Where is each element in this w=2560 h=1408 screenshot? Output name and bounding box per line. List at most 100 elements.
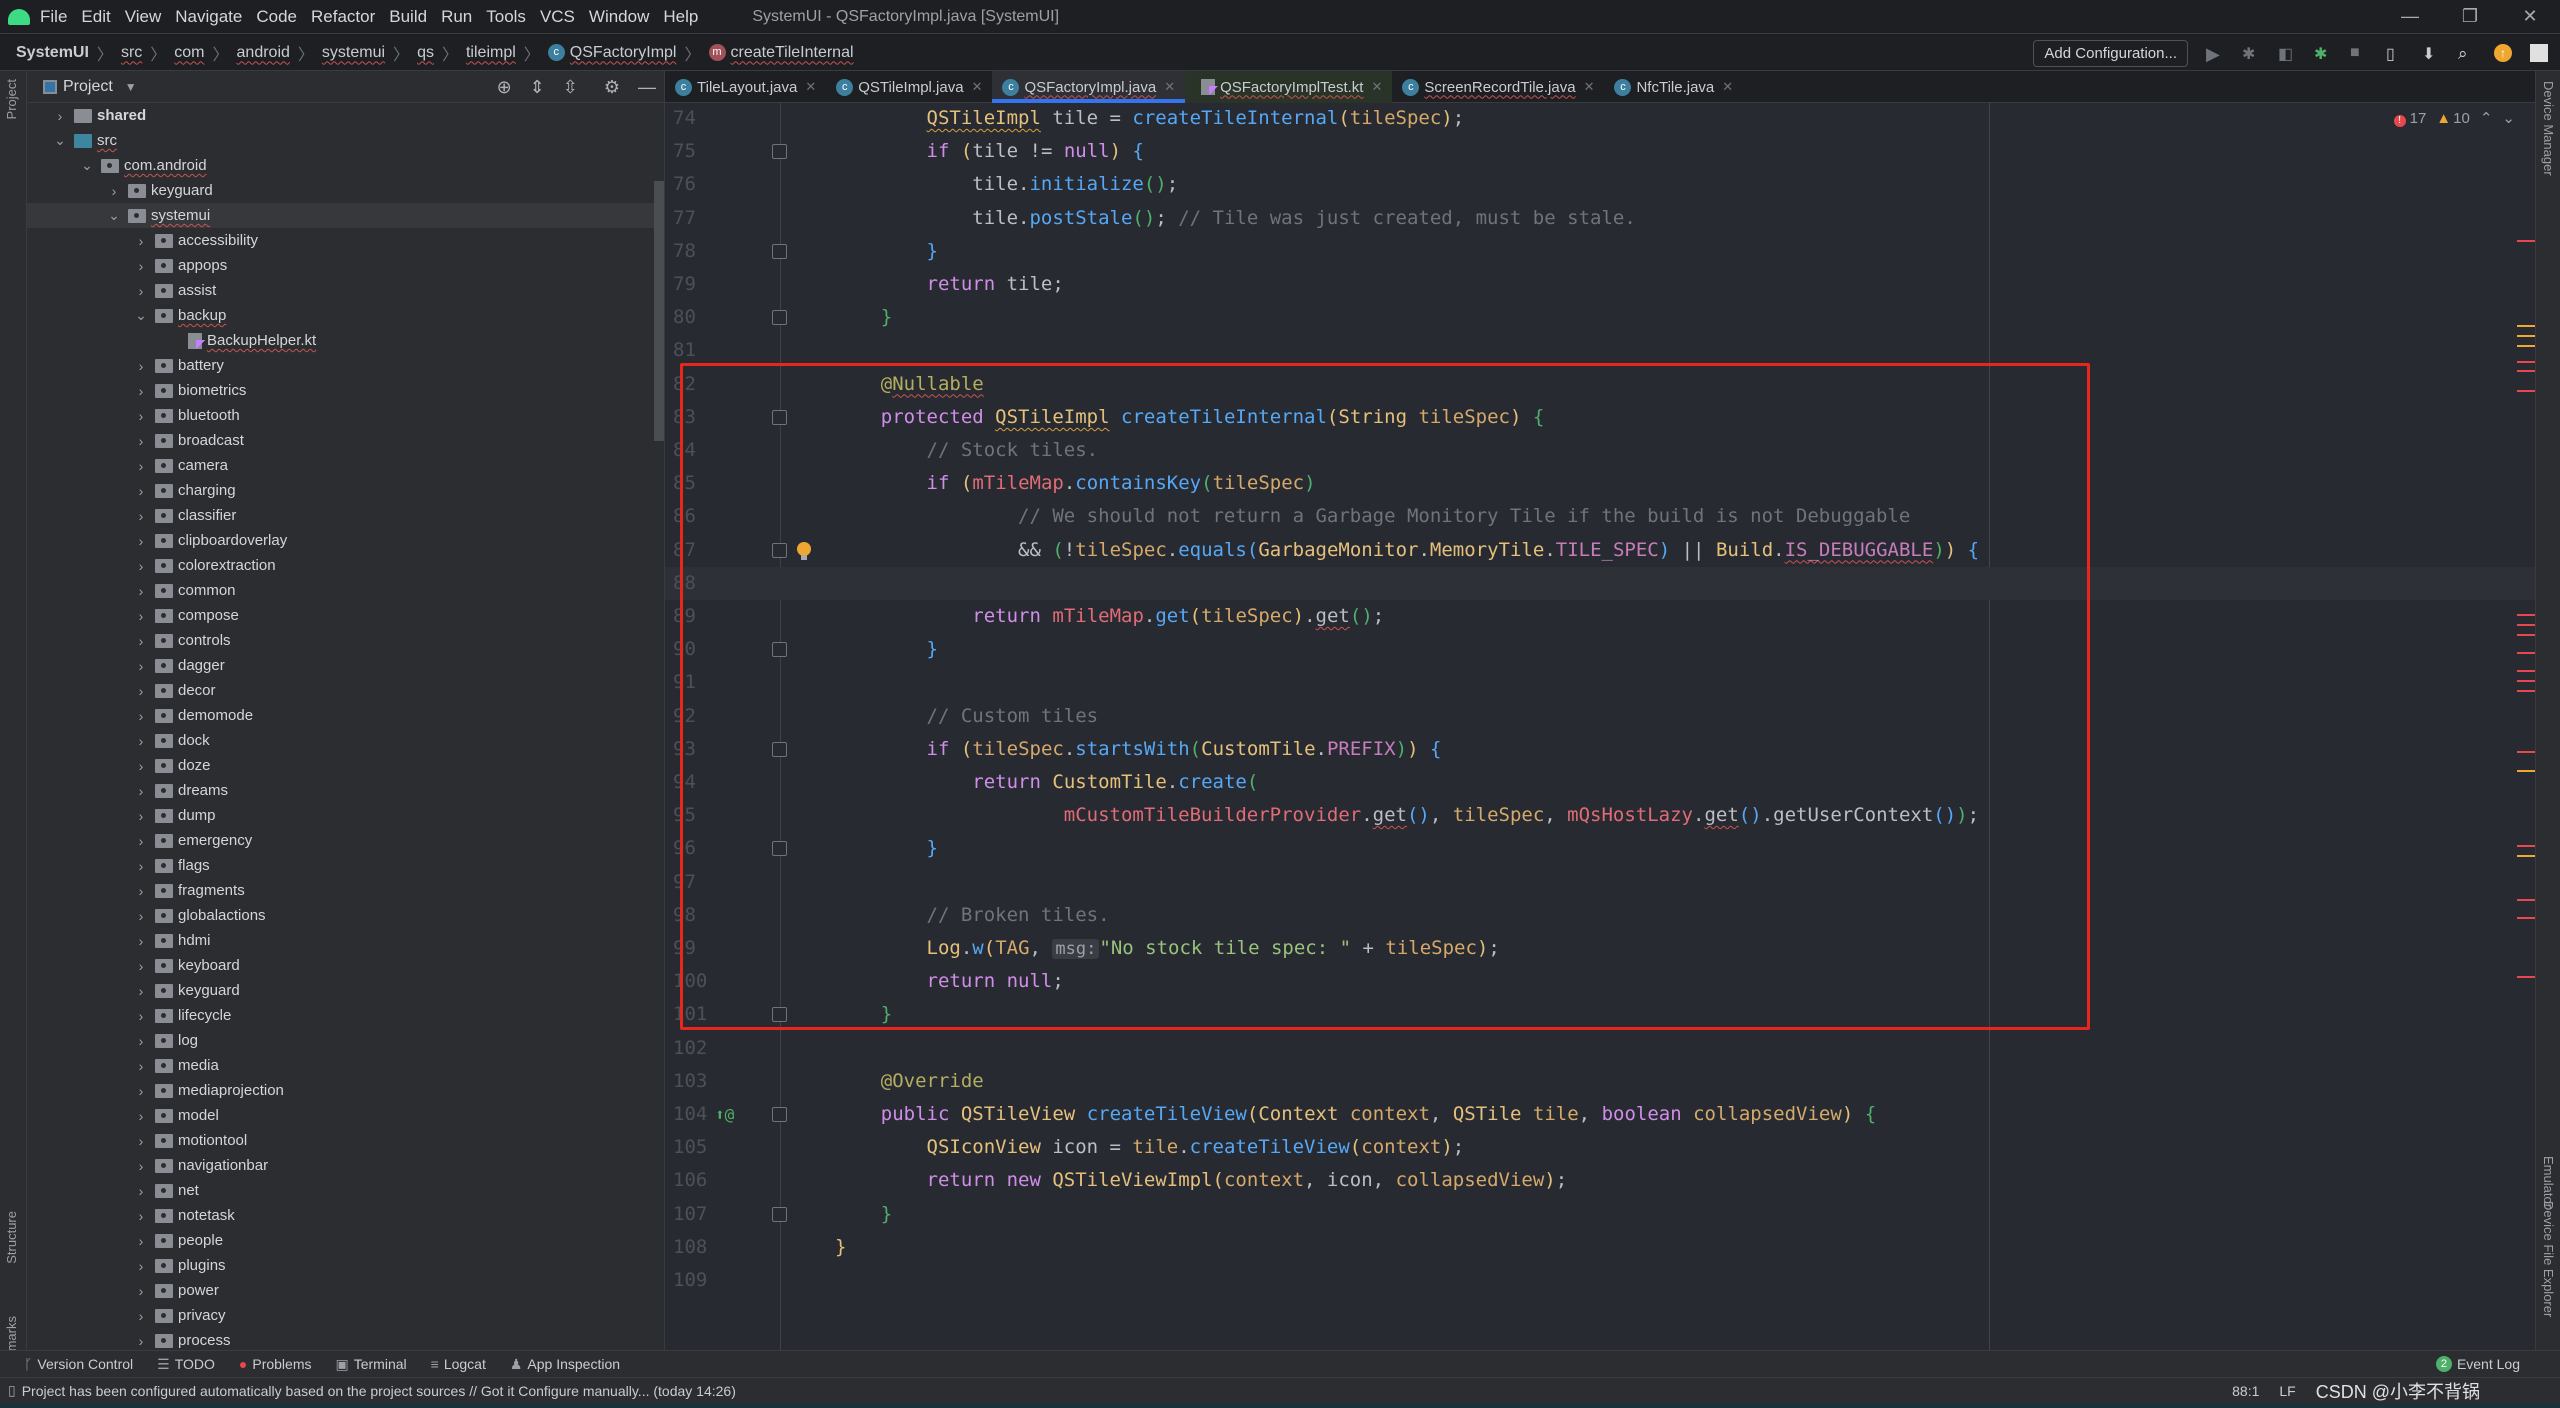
- breadcrumb-item[interactable]: 〉 m createTileInternal: [676, 41, 853, 65]
- breadcrumb-item[interactable]: 〉 qs: [385, 41, 434, 65]
- locate-icon[interactable]: ⊕: [497, 77, 512, 98]
- tree-item[interactable]: ⌄ src: [27, 128, 664, 153]
- tree-item[interactable]: ⌄ systemui: [27, 203, 664, 228]
- warning-marker[interactable]: [2517, 770, 2535, 773]
- chevron-right-icon[interactable]: ›: [133, 1208, 149, 1224]
- tree-item[interactable]: › navigationbar: [27, 1153, 664, 1178]
- error-marker[interactable]: [2517, 624, 2535, 627]
- menu-run[interactable]: Run: [441, 7, 472, 27]
- tree-item[interactable]: › media: [27, 1053, 664, 1078]
- status-message[interactable]: Project has been configured automaticall…: [22, 1383, 736, 1399]
- error-marker[interactable]: [2517, 751, 2535, 754]
- avatar-icon[interactable]: [2530, 44, 2548, 62]
- code-line[interactable]: 83 protected QSTileImpl createTileIntern…: [665, 401, 2535, 434]
- fold-toggle-icon[interactable]: [772, 741, 787, 757]
- chevron-right-icon[interactable]: ›: [133, 633, 149, 649]
- chevron-right-icon[interactable]: ›: [133, 1308, 149, 1324]
- breadcrumb-item[interactable]: 〉 tileimpl: [434, 41, 516, 65]
- error-marker[interactable]: [2517, 361, 2535, 364]
- code-line[interactable]: 103 @Override: [665, 1065, 2535, 1098]
- chevron-right-icon[interactable]: ›: [133, 908, 149, 924]
- tree-item[interactable]: › dagger: [27, 653, 664, 678]
- fold-toggle-icon[interactable]: [772, 144, 787, 160]
- tab-qsfactoryimpl-java[interactable]: c QSFactoryImpl.java ✕: [992, 71, 1186, 103]
- line-separator[interactable]: LF: [2279, 1383, 2295, 1399]
- tree-item[interactable]: › common: [27, 578, 664, 603]
- breadcrumb-item[interactable]: 〉 src: [89, 41, 142, 65]
- close-tab-icon[interactable]: ✕: [972, 79, 983, 95]
- menu-view[interactable]: View: [125, 7, 162, 27]
- tab-screenrecordtile-java[interactable]: c ScreenRecordTile.java ✕: [1392, 71, 1604, 103]
- tree-item[interactable]: › dump: [27, 803, 664, 828]
- warning-marker[interactable]: [2517, 324, 2535, 327]
- error-marker[interactable]: [2517, 680, 2535, 683]
- tree-item[interactable]: › motiontool: [27, 1128, 664, 1153]
- tree-item[interactable]: › privacy: [27, 1303, 664, 1328]
- error-marker[interactable]: [2517, 389, 2535, 392]
- menu-refactor[interactable]: Refactor: [311, 7, 375, 27]
- tree-item[interactable]: › mediaprojection: [27, 1078, 664, 1103]
- code-line[interactable]: 93 if (tileSpec.startsWith(CustomTile.PR…: [665, 733, 2535, 766]
- breadcrumb-item[interactable]: 〉 android: [205, 41, 290, 65]
- chevron-right-icon[interactable]: ›: [133, 358, 149, 374]
- tree-item[interactable]: › assist: [27, 278, 664, 303]
- chevron-right-icon[interactable]: ›: [133, 583, 149, 599]
- chevron-down-icon[interactable]: ▼: [125, 80, 137, 94]
- fold-toggle-icon[interactable]: [772, 1206, 787, 1222]
- chevron-right-icon[interactable]: ›: [133, 858, 149, 874]
- chevron-right-icon[interactable]: ›: [133, 283, 149, 299]
- chevron-down-icon[interactable]: ⌄: [52, 132, 68, 149]
- code-line[interactable]: 75 if (tile != null) {: [665, 135, 2535, 168]
- close-button[interactable]: ✕: [2500, 0, 2560, 34]
- tree-item[interactable]: › keyboard: [27, 953, 664, 978]
- search-icon[interactable]: ⌕: [2458, 44, 2476, 63]
- chevron-right-icon[interactable]: ›: [133, 533, 149, 549]
- error-marker[interactable]: [2517, 917, 2535, 920]
- chevron-right-icon[interactable]: ›: [133, 983, 149, 999]
- error-marker[interactable]: [2517, 690, 2535, 693]
- menu-code[interactable]: Code: [256, 7, 297, 27]
- chevron-right-icon[interactable]: ›: [133, 1033, 149, 1049]
- error-marker[interactable]: [2517, 975, 2535, 978]
- chevron-right-icon[interactable]: ›: [133, 1183, 149, 1199]
- chevron-right-icon[interactable]: ›: [133, 833, 149, 849]
- close-tab-icon[interactable]: ✕: [805, 79, 816, 95]
- menu-vcs[interactable]: VCS: [540, 7, 575, 27]
- fold-toggle-icon[interactable]: [772, 409, 787, 425]
- error-marker[interactable]: [2517, 634, 2535, 637]
- chevron-right-icon[interactable]: ›: [133, 708, 149, 724]
- fold-toggle-icon[interactable]: [772, 1107, 787, 1122]
- chevron-right-icon[interactable]: ›: [133, 1333, 149, 1349]
- code-line[interactable]: 78 }: [665, 235, 2535, 268]
- caret-position[interactable]: 88:1: [2232, 1383, 2259, 1399]
- chevron-down-icon[interactable]: ⌄: [79, 157, 95, 174]
- minimize-button[interactable]: —: [2380, 0, 2440, 34]
- tree-item[interactable]: › lifecycle: [27, 1003, 664, 1028]
- warning-marker[interactable]: [2517, 854, 2535, 857]
- tree-item[interactable]: › controls: [27, 628, 664, 653]
- chevron-right-icon[interactable]: ›: [133, 958, 149, 974]
- warning-marker[interactable]: [2517, 344, 2535, 347]
- tree-item[interactable]: › keyguard: [27, 978, 664, 1003]
- tool-logcat[interactable]: ≡ Logcat: [431, 1356, 486, 1373]
- error-marker[interactable]: [2517, 240, 2535, 243]
- tree-item[interactable]: › flags: [27, 853, 664, 878]
- chevron-right-icon[interactable]: ›: [52, 108, 68, 124]
- update-icon[interactable]: ↑: [2494, 44, 2512, 62]
- inspection-widget[interactable]: ! 17 ▲ 10 ⌃ ⌄: [2393, 109, 2515, 127]
- collapse-all-icon[interactable]: ⇳: [563, 77, 578, 98]
- code-line[interactable]: 86 // We should not return a Garbage Mon…: [665, 500, 2535, 533]
- code-line[interactable]: 106 return new QSTileViewImpl(context, i…: [665, 1164, 2535, 1197]
- code-line[interactable]: 101 }: [665, 998, 2535, 1031]
- menu-tools[interactable]: Tools: [486, 7, 526, 27]
- device-manager-icon[interactable]: ▯: [2386, 44, 2404, 63]
- chevron-down-icon[interactable]: ⌄: [106, 207, 122, 224]
- code-line[interactable]: 98 // Broken tiles.: [665, 899, 2535, 932]
- tree-item[interactable]: › fragments: [27, 878, 664, 903]
- profile-icon[interactable]: ◧: [2278, 44, 2296, 63]
- hide-icon[interactable]: —: [638, 77, 656, 98]
- chevron-right-icon[interactable]: ›: [133, 1233, 149, 1249]
- code-line[interactable]: 99 Log.w(TAG, msg: "No stock tile spec: "…: [665, 932, 2535, 965]
- error-marker[interactable]: [2517, 369, 2535, 372]
- tree-item[interactable]: BackupHelper.kt: [27, 328, 664, 353]
